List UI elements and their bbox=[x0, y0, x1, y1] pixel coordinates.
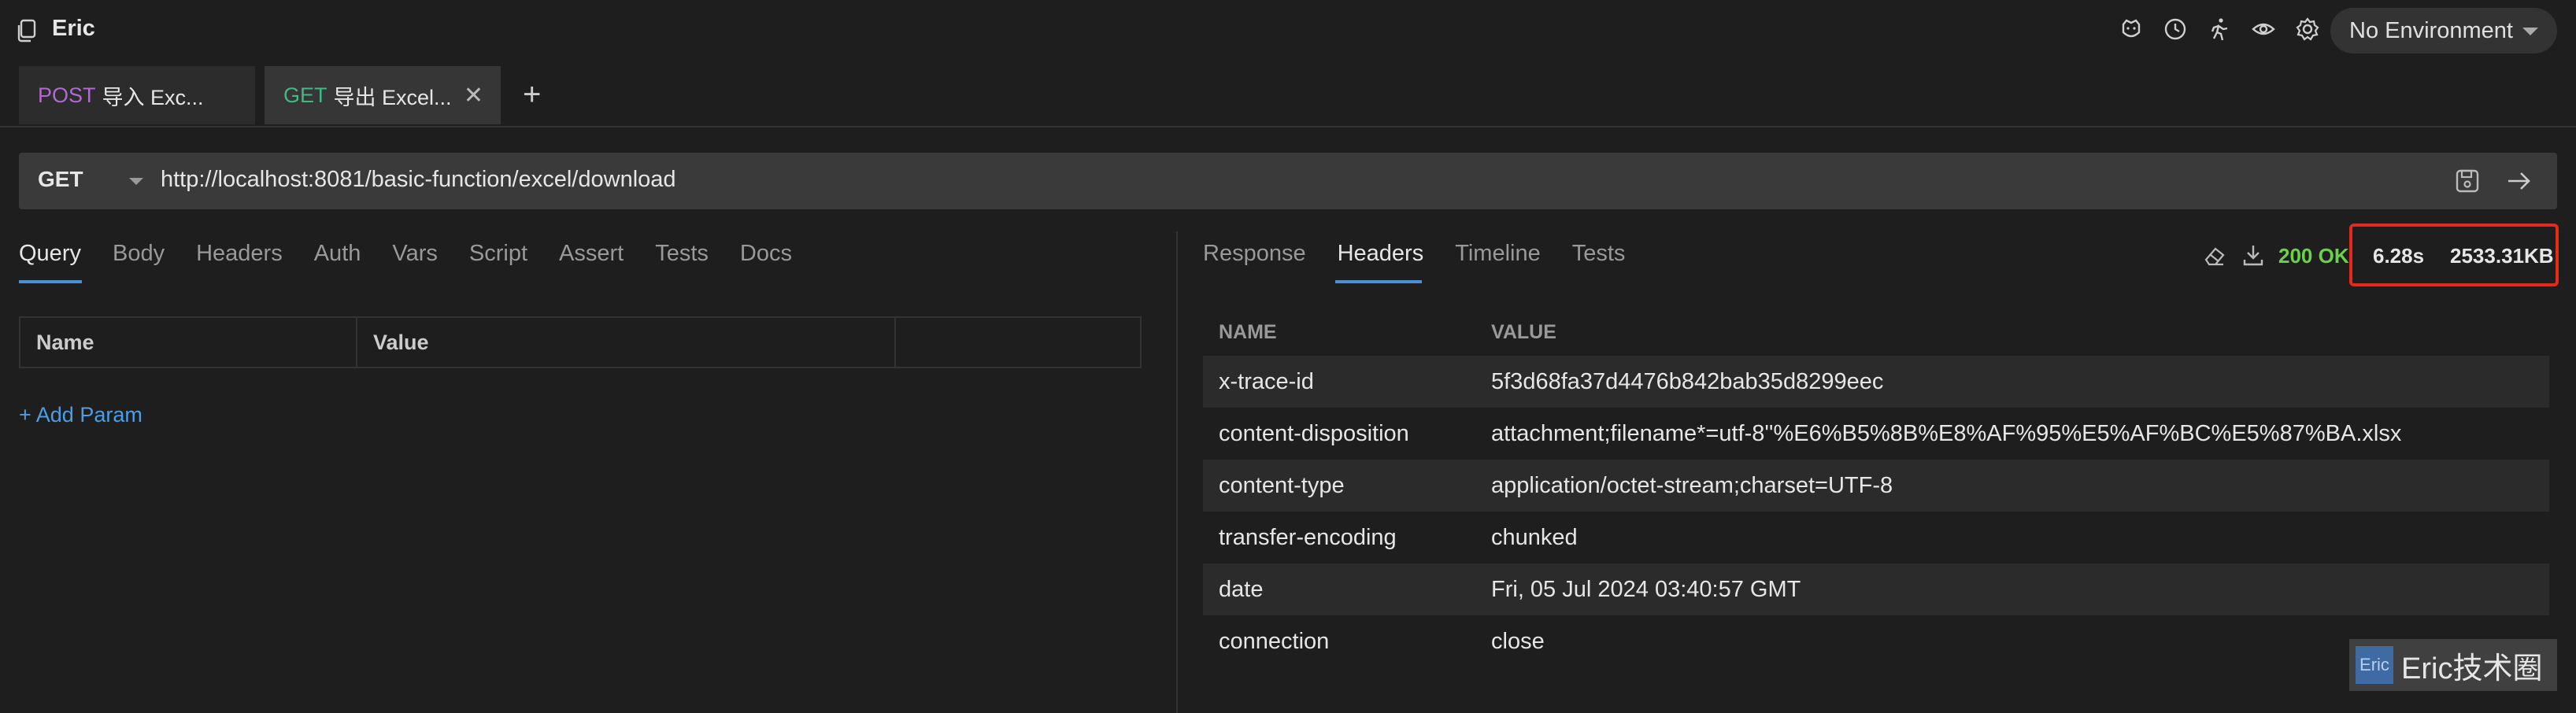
request-tab-import[interactable]: POST 导入 Exc... bbox=[19, 66, 255, 124]
tab-response-tests[interactable]: Tests bbox=[1572, 241, 1626, 267]
method-select[interactable]: GET bbox=[38, 167, 83, 192]
chevron-down-icon[interactable] bbox=[129, 178, 143, 185]
close-icon[interactable]: ✕ bbox=[464, 82, 483, 109]
header-value: attachment;filename*=utf-8''%E6%B5%8B%E8… bbox=[1491, 421, 2402, 446]
tab-script[interactable]: Script bbox=[469, 241, 527, 267]
table-row: content-type application/octet-stream;ch… bbox=[1203, 460, 2549, 512]
watermark-text: Eric技术圈 bbox=[2401, 652, 2543, 685]
active-tab-indicator bbox=[1335, 280, 1422, 283]
tab-query[interactable]: Query bbox=[19, 241, 81, 267]
column-header-actions bbox=[896, 318, 1140, 367]
table-row: connection close bbox=[1203, 615, 2549, 667]
url-bar: GET http://localhost:8081/basic-function… bbox=[19, 153, 2557, 209]
tab-response[interactable]: Response bbox=[1203, 241, 1306, 267]
tab-name: 导入 Exc... bbox=[102, 85, 204, 109]
tab-auth[interactable]: Auth bbox=[314, 241, 361, 267]
header-name: connection bbox=[1219, 629, 1330, 654]
bruno-icon[interactable] bbox=[2118, 16, 2145, 42]
table-row: x-trace-id 5f3d68fa37d4476b842bab35d8299… bbox=[1203, 356, 2549, 408]
pane-divider[interactable] bbox=[1176, 231, 1178, 713]
status-badge: 200 OK bbox=[2278, 244, 2349, 268]
tab-method: GET bbox=[283, 83, 328, 107]
table-row: content-disposition attachment;filename*… bbox=[1203, 408, 2549, 460]
gear-icon[interactable] bbox=[2294, 16, 2321, 42]
request-tab-export[interactable]: GET 导出 Excel... ✕ bbox=[265, 66, 501, 124]
column-header-value: VALUE bbox=[1491, 321, 1556, 343]
add-param-link[interactable]: + Add Param bbox=[19, 403, 142, 427]
new-tab-button[interactable]: + bbox=[523, 77, 541, 113]
tab-assert[interactable]: Assert bbox=[559, 241, 624, 267]
environment-select[interactable]: No Environment bbox=[2330, 8, 2557, 54]
table-row: date Fri, 05 Jul 2024 03:40:57 GMT bbox=[1203, 563, 2549, 615]
runner-icon[interactable] bbox=[2206, 16, 2233, 42]
top-bar: Eric No Environment bbox=[0, 0, 2576, 61]
collection-icon bbox=[17, 19, 36, 42]
response-size: 2533.31KB bbox=[2450, 244, 2554, 268]
request-pane-tabs: Query Body Headers Auth Vars Script Asse… bbox=[19, 241, 792, 267]
header-name: transfer-encoding bbox=[1219, 525, 1397, 550]
response-duration: 6.28s bbox=[2373, 244, 2425, 268]
top-toolbar bbox=[2118, 16, 2321, 42]
header-name: date bbox=[1219, 577, 1264, 602]
divider bbox=[0, 126, 2576, 127]
send-arrow-icon[interactable] bbox=[2505, 167, 2533, 195]
column-header-value: Value bbox=[357, 318, 896, 367]
header-value: chunked bbox=[1491, 525, 1578, 550]
tab-name: 导出 Excel... bbox=[333, 85, 452, 109]
url-input[interactable]: http://localhost:8081/basic-function/exc… bbox=[161, 167, 676, 193]
active-tab-indicator bbox=[19, 280, 82, 283]
watermark: Eric Eric技术圈 bbox=[2349, 639, 2557, 691]
tab-tests[interactable]: Tests bbox=[655, 241, 709, 267]
tab-docs[interactable]: Docs bbox=[740, 241, 792, 267]
tab-timeline[interactable]: Timeline bbox=[1455, 241, 1541, 267]
header-name: content-disposition bbox=[1219, 421, 1409, 446]
header-value: Fri, 05 Jul 2024 03:40:57 GMT bbox=[1491, 577, 1801, 602]
response-pane-tabs: Response Headers Timeline Tests bbox=[1203, 241, 1625, 267]
header-name: content-type bbox=[1219, 473, 1345, 498]
tab-vars[interactable]: Vars bbox=[392, 241, 437, 267]
history-icon[interactable] bbox=[2162, 16, 2189, 42]
column-header-name: NAME bbox=[1219, 321, 1277, 343]
header-name: x-trace-id bbox=[1219, 369, 1314, 394]
tab-response-headers[interactable]: Headers bbox=[1338, 241, 1424, 267]
query-params-table: Name Value bbox=[19, 316, 1142, 368]
header-value: 5f3d68fa37d4476b842bab35d8299eec bbox=[1491, 369, 1884, 394]
collection-name: Eric bbox=[52, 16, 95, 41]
header-value: application/octet-stream;charset=UTF-8 bbox=[1491, 473, 1893, 498]
eye-icon[interactable] bbox=[2250, 16, 2277, 42]
table-row: transfer-encoding chunked bbox=[1203, 512, 2549, 563]
tab-headers[interactable]: Headers bbox=[196, 241, 283, 267]
tab-method: POST bbox=[38, 83, 96, 107]
headers-table-header: NAME VALUE bbox=[1203, 313, 2549, 353]
save-icon[interactable] bbox=[2453, 167, 2482, 195]
request-tabs: POST 导入 Exc... GET 导出 Excel... ✕ + bbox=[0, 66, 2576, 127]
watermark-logo: Eric bbox=[2356, 646, 2393, 684]
eraser-icon[interactable] bbox=[2203, 244, 2226, 268]
tab-body[interactable]: Body bbox=[113, 241, 165, 267]
header-value: close bbox=[1491, 629, 1545, 654]
environment-label: No Environment bbox=[2349, 17, 2513, 43]
column-header-name: Name bbox=[20, 318, 357, 367]
chevron-down-icon bbox=[2522, 28, 2538, 35]
download-icon[interactable] bbox=[2241, 242, 2266, 268]
